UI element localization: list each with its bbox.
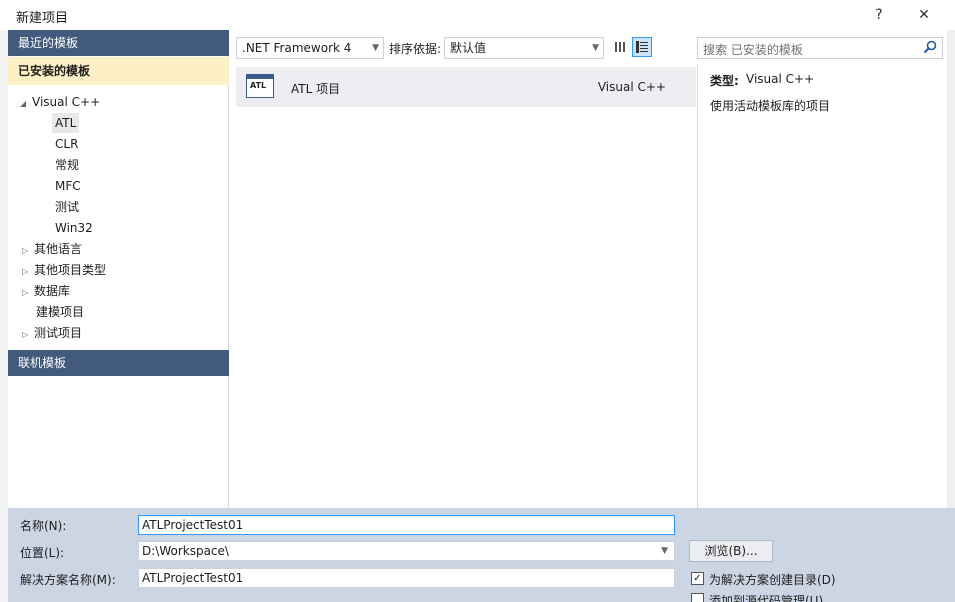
close-button[interactable]: ✕ — [910, 4, 938, 26]
sort-select[interactable]: 默认值 ▼ — [444, 37, 604, 59]
online-templates-header[interactable]: 联机模板 — [8, 350, 229, 376]
name-label: 名称(N): — [20, 519, 67, 533]
tree-item-test[interactable]: 测试 — [55, 197, 79, 217]
location-label: 位置(L): — [20, 546, 65, 560]
create-directory-label: 为解决方案创建目录(D) — [709, 573, 836, 587]
sort-label: 排序依据: — [389, 42, 442, 56]
solution-name-input[interactable]: ATLProjectTest01 — [138, 568, 675, 588]
tree-item-atl[interactable]: ATL — [52, 113, 80, 133]
tree-item-test-projects[interactable]: ▷ 测试项目 — [22, 323, 82, 343]
background-window-edge — [0, 30, 8, 602]
chevron-down-icon: ▼ — [372, 43, 379, 53]
search-placeholder: 搜索 已安装的模板 — [703, 43, 803, 57]
browse-button[interactable]: 浏览(B)... — [689, 540, 773, 562]
tree-item-win32[interactable]: Win32 — [55, 218, 93, 238]
chevron-down-icon: ▼ — [592, 43, 599, 53]
template-search-box[interactable]: 搜索 已安装的模板 — [697, 37, 943, 59]
search-icon[interactable] — [923, 40, 937, 54]
tree-item-other-languages[interactable]: ▷ 其他语言 — [22, 239, 82, 259]
create-directory-checkbox[interactable]: ✓ — [691, 572, 704, 585]
template-sidebar: 最近的模板 已安装的模板 ◢ Visual C++ ATL CLR 常规 MFC … — [8, 30, 229, 508]
tree-item-general[interactable]: 常规 — [55, 155, 79, 175]
right-edge — [947, 30, 955, 508]
template-list: ATL ATL 项目 Visual C++ — [233, 64, 697, 508]
expanded-arrow-icon: ◢ — [20, 99, 27, 108]
collapsed-arrow-icon: ▷ — [22, 246, 29, 255]
tree-item-modeling-projects[interactable]: 建模项目 — [36, 302, 84, 322]
grid-view-icon — [615, 42, 625, 52]
solution-name-label: 解决方案名称(M): — [20, 573, 116, 587]
tree-item-database[interactable]: ▷ 数据库 — [22, 281, 70, 301]
list-view-icon — [636, 41, 648, 53]
source-control-label: 添加到源代码管理(U) — [709, 594, 824, 602]
tree-item-mfc[interactable]: MFC — [55, 176, 81, 196]
location-combo[interactable]: D:\Workspace\ ▼ — [138, 541, 675, 561]
new-project-dialog: 新建项目 ? ✕ 最近的模板 已安装的模板 ◢ Visual C++ ATL CL… — [0, 0, 955, 602]
title-bar: 新建项目 ? ✕ — [0, 0, 955, 30]
project-settings-form: 名称(N): ATLProjectTest01 位置(L): D:\Worksp… — [8, 508, 955, 602]
collapsed-arrow-icon: ▷ — [22, 267, 29, 276]
template-details: 类型: Visual C++ 使用活动模板库的项目 — [697, 64, 947, 508]
type-label: 类型: — [710, 74, 739, 88]
list-view-button[interactable] — [632, 37, 652, 57]
framework-select[interactable]: .NET Framework 4 ▼ — [236, 37, 384, 59]
recent-templates-header[interactable]: 最近的模板 — [8, 30, 229, 56]
tree-item-other-project-types[interactable]: ▷ 其他项目类型 — [22, 260, 106, 280]
collapsed-arrow-icon: ▷ — [22, 330, 29, 339]
source-control-checkbox[interactable] — [691, 593, 704, 602]
help-button[interactable]: ? — [865, 4, 893, 26]
template-description: 使用活动模板库的项目 — [710, 99, 831, 113]
template-name: ATL 项目 — [291, 82, 341, 96]
small-icons-view-button[interactable] — [610, 37, 630, 57]
tree-item-visual-cpp[interactable]: ◢ Visual C++ — [20, 92, 100, 112]
template-row-atl-project[interactable]: ATL ATL 项目 Visual C++ — [236, 67, 696, 107]
tree-item-clr[interactable]: CLR — [55, 134, 78, 154]
chevron-down-icon: ▼ — [661, 546, 668, 556]
atl-project-icon: ATL — [246, 74, 274, 98]
collapsed-arrow-icon: ▷ — [22, 288, 29, 297]
installed-templates-header[interactable]: 已安装的模板 — [8, 57, 229, 85]
template-language: Visual C++ — [597, 80, 666, 94]
project-name-input[interactable]: ATLProjectTest01 — [138, 515, 675, 535]
type-value: Visual C++ — [746, 72, 815, 86]
dialog-title: 新建项目 — [16, 11, 69, 26]
